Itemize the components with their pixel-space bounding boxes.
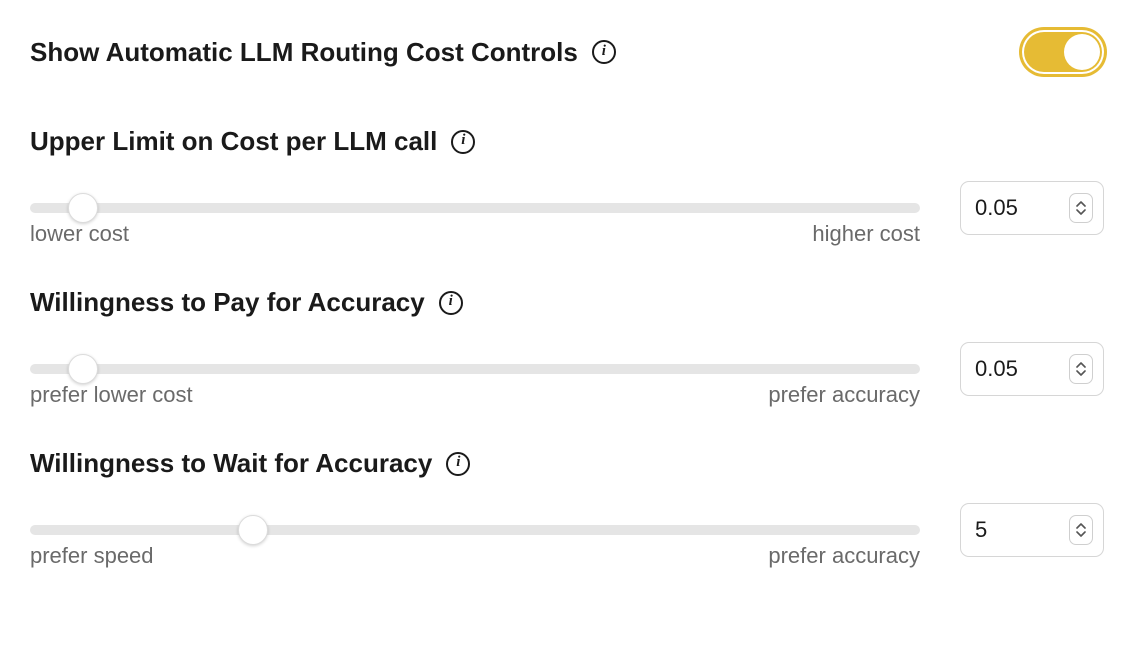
- setting-label: Willingness to Wait for Accuracy: [30, 448, 432, 479]
- info-icon[interactable]: [446, 452, 470, 476]
- slider-right-caption: prefer accuracy: [768, 382, 920, 408]
- setting-label: Willingness to Pay for Accuracy: [30, 287, 425, 318]
- info-icon[interactable]: [451, 130, 475, 154]
- stepper-buttons[interactable]: [1069, 354, 1093, 384]
- setting-label: Upper Limit on Cost per LLM call: [30, 126, 437, 157]
- number-value[interactable]: 0.05: [975, 195, 1069, 221]
- chevron-up-icon: [1076, 523, 1086, 530]
- chevron-up-icon: [1076, 201, 1086, 208]
- accuracy-wait-stepper[interactable]: 5: [960, 503, 1104, 557]
- slider-thumb[interactable]: [68, 354, 98, 384]
- slider-right-caption: higher cost: [812, 221, 920, 247]
- accuracy-pay-stepper[interactable]: 0.05: [960, 342, 1104, 396]
- cost-limit-stepper[interactable]: 0.05: [960, 181, 1104, 235]
- chevron-down-icon: [1076, 530, 1086, 537]
- chevron-up-icon: [1076, 362, 1086, 369]
- stepper-buttons[interactable]: [1069, 515, 1093, 545]
- number-value[interactable]: 5: [975, 517, 1069, 543]
- accuracy-wait-slider[interactable]: [30, 525, 920, 535]
- slider-thumb[interactable]: [238, 515, 268, 545]
- number-value[interactable]: 0.05: [975, 356, 1069, 382]
- slider-thumb[interactable]: [68, 193, 98, 223]
- chevron-down-icon: [1076, 369, 1086, 376]
- cost-limit-slider[interactable]: [30, 203, 920, 213]
- chevron-down-icon: [1076, 208, 1086, 215]
- slider-right-caption: prefer accuracy: [768, 543, 920, 569]
- page-title: Show Automatic LLM Routing Cost Controls: [30, 37, 578, 68]
- toggle-knob: [1064, 34, 1100, 70]
- slider-left-caption: lower cost: [30, 221, 129, 247]
- slider-left-caption: prefer speed: [30, 543, 154, 569]
- slider-left-caption: prefer lower cost: [30, 382, 193, 408]
- info-icon[interactable]: [439, 291, 463, 315]
- show-controls-toggle[interactable]: [1022, 30, 1104, 74]
- info-icon[interactable]: [592, 40, 616, 64]
- accuracy-pay-slider[interactable]: [30, 364, 920, 374]
- stepper-buttons[interactable]: [1069, 193, 1093, 223]
